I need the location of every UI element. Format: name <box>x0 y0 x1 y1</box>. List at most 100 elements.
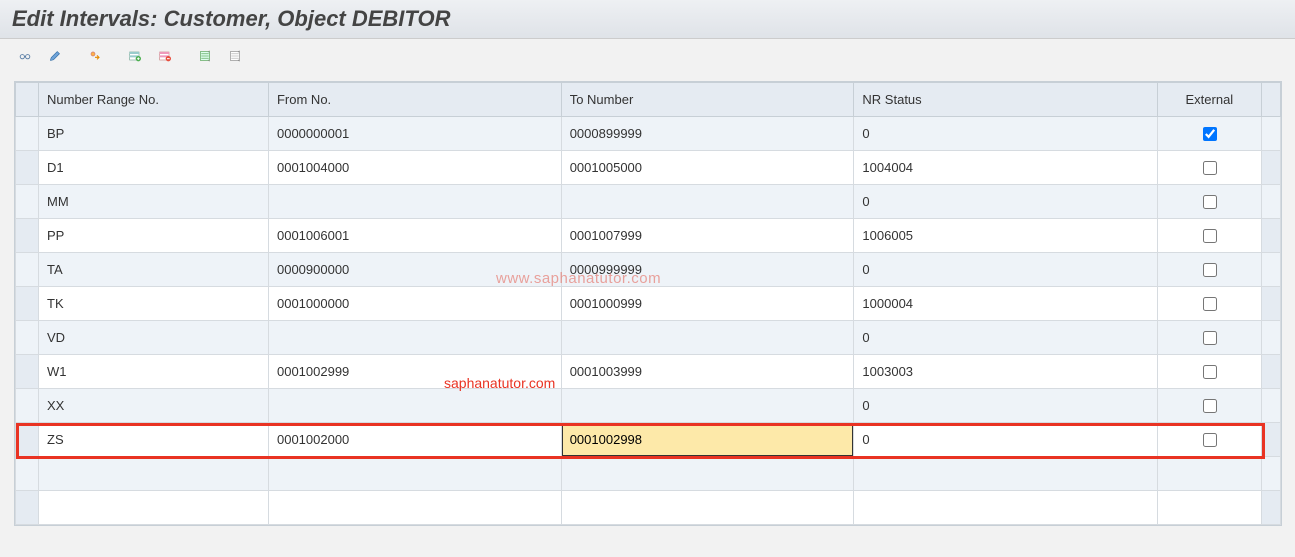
cell-to[interactable] <box>561 185 854 219</box>
external-checkbox[interactable] <box>1203 297 1217 311</box>
row-selector[interactable] <box>16 355 39 389</box>
scroll-cell[interactable] <box>1262 219 1281 253</box>
row-selector[interactable] <box>16 253 39 287</box>
cell-to[interactable] <box>561 389 854 423</box>
table-row: PP000100600100010079991006005 <box>16 219 1281 253</box>
scroll-cell[interactable] <box>1262 287 1281 321</box>
insert-row-button[interactable] <box>122 45 148 67</box>
cell-nr-value: MM <box>39 185 268 218</box>
cell-from[interactable]: 0000000001 <box>268 117 561 151</box>
cell-nr-value: XX <box>39 389 268 422</box>
cell-from-value: 0001004000 <box>269 151 561 184</box>
scroll-cell[interactable] <box>1262 321 1281 355</box>
to-number-input[interactable] <box>562 423 854 456</box>
cell-from[interactable]: 0001006001 <box>268 219 561 253</box>
change-status-button[interactable] <box>82 45 108 67</box>
cell-from[interactable] <box>268 389 561 423</box>
row-selector[interactable] <box>16 491 39 525</box>
cell-status[interactable]: 0 <box>854 185 1157 219</box>
table-row-empty <box>16 491 1281 525</box>
row-selector[interactable] <box>16 287 39 321</box>
edit-button[interactable] <box>42 45 68 67</box>
cell-to[interactable]: 0001000999 <box>561 287 854 321</box>
cell-status[interactable]: 0 <box>854 423 1157 457</box>
cell-status[interactable]: 0 <box>854 253 1157 287</box>
delete-row-button[interactable] <box>152 45 178 67</box>
scroll-cell[interactable] <box>1262 117 1281 151</box>
cell-to[interactable] <box>561 423 854 457</box>
cell-nr[interactable]: TK <box>39 287 269 321</box>
cell-nr[interactable]: VD <box>39 321 269 355</box>
row-selector[interactable] <box>16 457 39 491</box>
cell-nr[interactable]: XX <box>39 389 269 423</box>
cell-to[interactable]: 0001007999 <box>561 219 854 253</box>
external-checkbox[interactable] <box>1203 433 1217 447</box>
select-all-button[interactable] <box>192 45 218 67</box>
cell-nr[interactable]: TA <box>39 253 269 287</box>
cell-status-value: 0 <box>854 253 1156 286</box>
cell-status[interactable]: 1003003 <box>854 355 1157 389</box>
row-selector[interactable] <box>16 389 39 423</box>
scroll-cell[interactable] <box>1262 355 1281 389</box>
cell-to[interactable]: 0000899999 <box>561 117 854 151</box>
col-ext[interactable]: External <box>1157 83 1262 117</box>
table-row: MM 0 <box>16 185 1281 219</box>
external-checkbox[interactable] <box>1203 365 1217 379</box>
external-checkbox[interactable] <box>1203 161 1217 175</box>
cell-nr[interactable]: PP <box>39 219 269 253</box>
cell-from[interactable] <box>268 321 561 355</box>
cell-nr[interactable]: D1 <box>39 151 269 185</box>
cell-status-value: 0 <box>854 117 1156 150</box>
display-toggle-button[interactable] <box>12 45 38 67</box>
col-status[interactable]: NR Status <box>854 83 1157 117</box>
cell-from[interactable]: 0001002999 <box>268 355 561 389</box>
scroll-cell[interactable] <box>1262 151 1281 185</box>
cell-nr[interactable]: W1 <box>39 355 269 389</box>
cell-status[interactable]: 0 <box>854 321 1157 355</box>
cell-to[interactable] <box>561 321 854 355</box>
cell-to[interactable]: 0001003999 <box>561 355 854 389</box>
row-selector[interactable] <box>16 321 39 355</box>
external-checkbox[interactable] <box>1203 195 1217 209</box>
external-checkbox[interactable] <box>1203 399 1217 413</box>
row-selector[interactable] <box>16 185 39 219</box>
cell-nr[interactable]: ZS <box>39 423 269 457</box>
external-checkbox[interactable] <box>1203 331 1217 345</box>
external-checkbox[interactable] <box>1203 263 1217 277</box>
cell-from[interactable] <box>268 185 561 219</box>
row-selector[interactable] <box>16 117 39 151</box>
cell-status[interactable]: 1000004 <box>854 287 1157 321</box>
cell-to[interactable]: 0000999999 <box>561 253 854 287</box>
deselect-all-button[interactable] <box>222 45 248 67</box>
col-from[interactable]: From No. <box>268 83 561 117</box>
cell-status[interactable]: 1004004 <box>854 151 1157 185</box>
table-row: ZS0001002000 0 <box>16 423 1281 457</box>
cell-from[interactable]: 0001002000 <box>268 423 561 457</box>
row-selector[interactable] <box>16 423 39 457</box>
cell-from[interactable]: 0001004000 <box>268 151 561 185</box>
cell-status[interactable]: 1006005 <box>854 219 1157 253</box>
row-selector[interactable] <box>16 219 39 253</box>
cell-to[interactable]: 0001005000 <box>561 151 854 185</box>
row-selector[interactable] <box>16 151 39 185</box>
cell-from[interactable]: 0000900000 <box>268 253 561 287</box>
cell-status[interactable]: 0 <box>854 389 1157 423</box>
cell-from-value <box>269 321 561 354</box>
scroll-cell[interactable] <box>1262 185 1281 219</box>
col-selector[interactable] <box>16 83 39 117</box>
scroll-cell[interactable] <box>1262 423 1281 457</box>
scroll-track[interactable] <box>1262 83 1281 117</box>
cell-nr[interactable]: BP <box>39 117 269 151</box>
scroll-cell[interactable] <box>1262 389 1281 423</box>
col-nr[interactable]: Number Range No. <box>39 83 269 117</box>
scroll-cell[interactable] <box>1262 253 1281 287</box>
external-checkbox[interactable] <box>1203 127 1217 141</box>
col-to[interactable]: To Number <box>561 83 854 117</box>
cell-from[interactable]: 0001000000 <box>268 287 561 321</box>
cell-status-value: 0 <box>854 389 1156 422</box>
cell-status[interactable]: 0 <box>854 117 1157 151</box>
cell-nr[interactable]: MM <box>39 185 269 219</box>
table-row: TA000090000000009999990 <box>16 253 1281 287</box>
cell-nr-value: VD <box>39 321 268 354</box>
external-checkbox[interactable] <box>1203 229 1217 243</box>
